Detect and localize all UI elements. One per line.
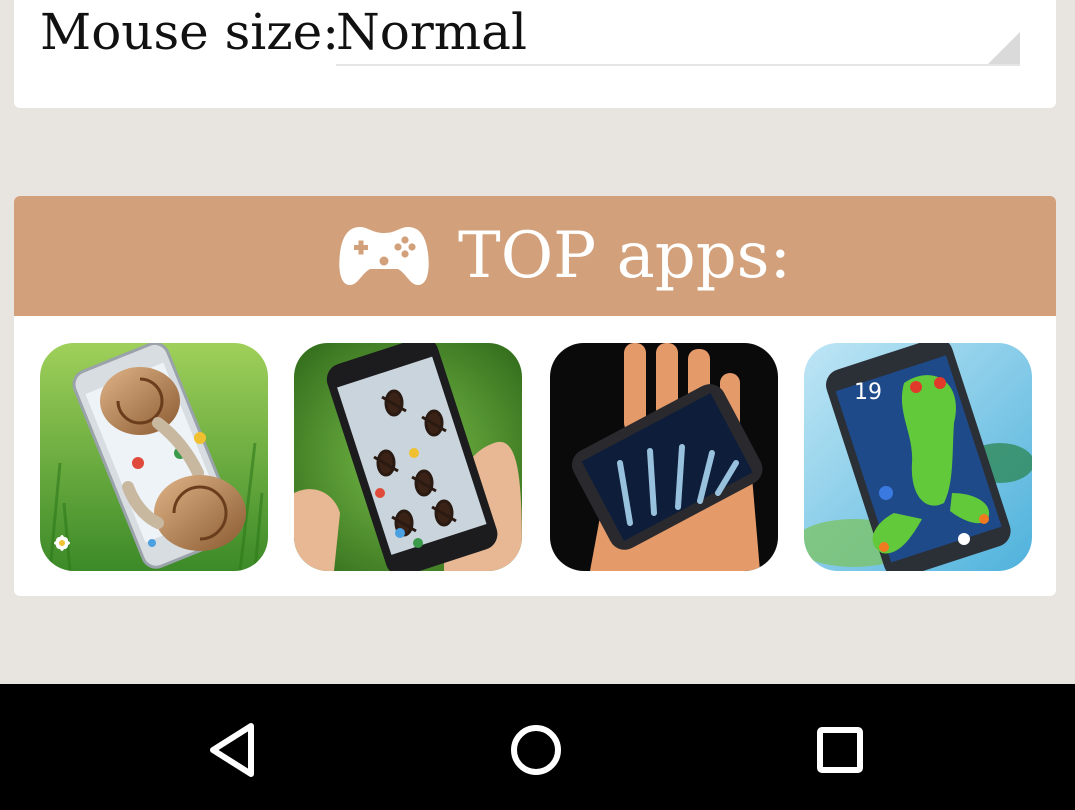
recents-button[interactable] <box>810 720 870 780</box>
recents-icon <box>817 727 863 773</box>
top-apps-header: TOP apps: <box>14 196 1056 316</box>
top-apps-card: TOP apps: 19 <box>14 196 1056 596</box>
mouse-size-label: Mouse size: <box>40 3 340 61</box>
ants-on-phone-icon <box>294 343 522 571</box>
svg-text:19: 19 <box>854 380 882 405</box>
dropdown-arrow-icon <box>988 32 1020 64</box>
top-apps-list: 19 <box>40 343 1040 573</box>
xray-hand-icon <box>550 343 778 571</box>
frog-app-button[interactable]: 19 <box>804 343 1032 571</box>
navigation-bar <box>0 684 1075 810</box>
snails-app-button[interactable] <box>40 343 268 571</box>
top-apps-title: TOP apps: <box>458 219 792 293</box>
home-button[interactable] <box>506 720 566 780</box>
ants-app-button[interactable] <box>294 343 522 571</box>
settings-card: Mouse size: Normal <box>14 0 1056 108</box>
frog-on-phone-icon: 19 <box>804 343 1032 571</box>
xray-app-button[interactable] <box>550 343 778 571</box>
back-icon <box>210 723 254 777</box>
home-icon <box>511 725 561 775</box>
back-button[interactable] <box>203 720 263 780</box>
gamepad-icon <box>339 227 429 285</box>
mouse-size-dropdown[interactable]: Normal <box>336 0 1020 66</box>
snails-on-phone-icon <box>40 343 268 571</box>
mouse-size-value: Normal <box>336 3 527 61</box>
